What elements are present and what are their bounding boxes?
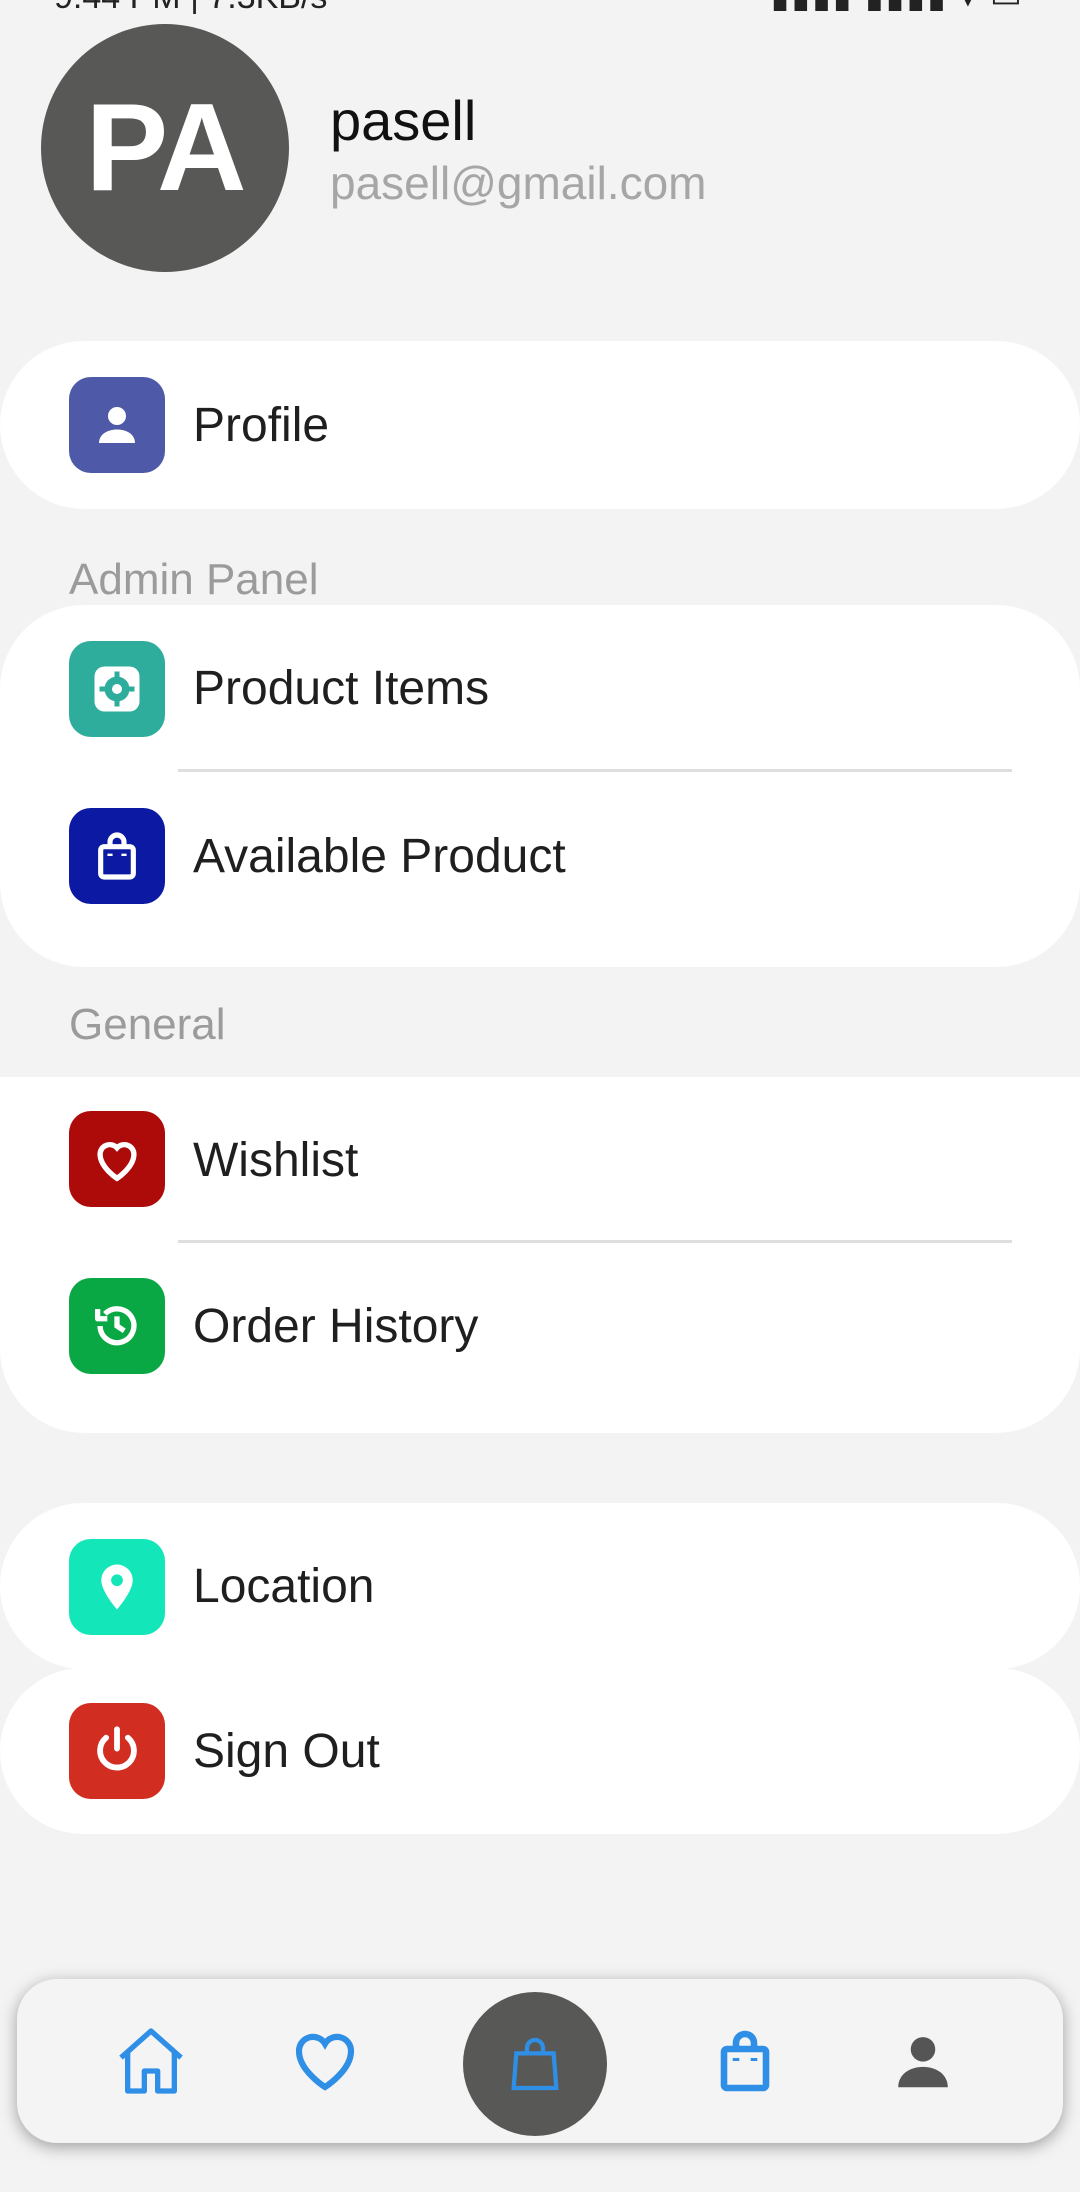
status-bar: 9:44 PM | 7.3KB/s ▮▮▮▮ ▮▮▮▮ ▾ ▭ [0,0,1080,14]
menu-item-label: Profile [193,398,330,452]
power-icon [69,1703,165,1799]
menu-item-label: Sign Out [193,1724,380,1778]
shopping-bag-icon [69,808,165,904]
divider [178,769,1012,772]
nav-home[interactable] [91,1979,211,2143]
heart-icon [69,1111,165,1207]
shopping-bag-icon [511,2037,559,2091]
status-time: 9:44 PM | 7.3KB/s [54,0,327,14]
menu-item-wishlist[interactable]: Wishlist [0,1077,1080,1243]
menu-item-order-history[interactable]: Order History [0,1243,1080,1409]
general-card: Wishlist Order History [0,1077,1080,1433]
location-card: Location [0,1503,1080,1669]
menu-item-available-product[interactable]: Available Product [0,773,1080,939]
history-icon [69,1278,165,1374]
user-name: pasell [330,89,477,152]
admin-panel-card: Product Items Available Product [0,605,1080,967]
menu-item-profile[interactable]: Profile [0,342,1080,508]
menu-item-location[interactable]: Location [0,1503,1080,1669]
menu-item-label: Order History [193,1299,479,1353]
shopping-bag-icon [720,2030,770,2092]
section-admin-panel: Admin Panel [69,555,319,604]
status-icons: ▮▮▮▮ ▮▮▮▮ ▾ ▭ [771,0,1024,14]
menu-item-sign-out[interactable]: Sign Out [0,1668,1080,1834]
avatar[interactable]: PA [41,24,289,272]
location-pin-icon [69,1539,165,1635]
menu-item-label: Product Items [193,661,490,715]
section-general: General [69,1000,226,1049]
nav-shop-center[interactable] [463,1992,607,2136]
menu-item-label: Location [193,1559,375,1613]
nav-wishlist[interactable] [265,1979,385,2143]
sign-out-card: Sign Out [0,1668,1080,1834]
nav-profile[interactable] [863,1979,983,2143]
bottom-nav [17,1979,1063,2143]
home-icon [119,2028,183,2094]
menu-item-label: Available Product [193,829,566,883]
profile-card: Profile [0,341,1080,509]
heart-icon [295,2033,355,2091]
user-email: pasell@gmail.com [330,157,707,209]
person-icon [69,377,165,473]
menu-item-label: Wishlist [193,1133,359,1187]
gear-icon [69,641,165,737]
nav-cart[interactable] [685,1979,805,2143]
menu-item-product-items[interactable]: Product Items [0,605,1080,771]
person-icon [898,2037,948,2088]
